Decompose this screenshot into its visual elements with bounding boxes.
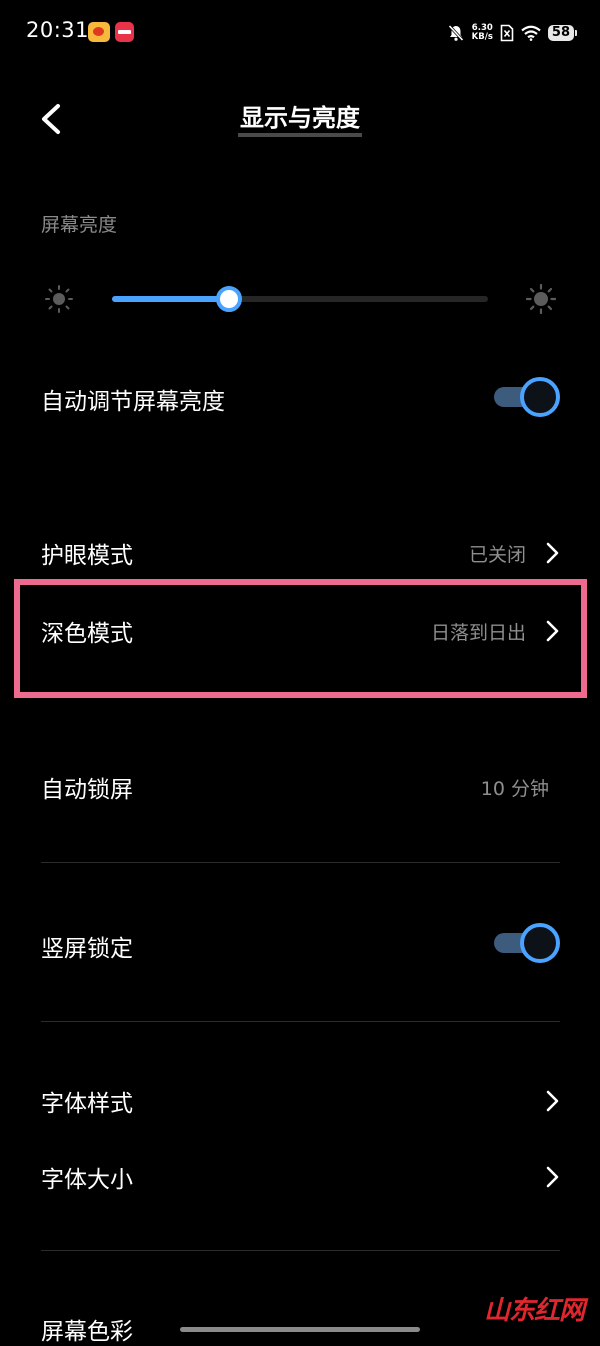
no-sim-icon [500,24,514,42]
weibo-notification-icon [88,22,110,42]
chevron-right-icon [546,1090,559,1112]
divider [41,862,560,863]
auto-lock-row[interactable]: 自动锁屏 10 分钟 [0,764,600,810]
auto-brightness-label: 自动调节屏幕亮度 [41,389,225,415]
eye-protection-row[interactable]: 护眼模式 已关闭 [0,530,600,576]
battery-indicator: 58 [547,25,578,41]
status-time: 20:31 [26,18,90,42]
eye-protection-value: 已关闭 [468,544,526,566]
dark-mode-highlight-box [14,579,587,698]
auto-lock-value: 10 分钟 [480,778,549,800]
mute-bell-icon [448,24,464,42]
font-style-row[interactable]: 字体样式 [0,1078,600,1124]
app-notification-icon [115,22,134,42]
divider [41,1250,560,1251]
portrait-lock-toggle[interactable] [494,923,560,963]
portrait-lock-label: 竖屏锁定 [41,936,133,962]
brightness-section-label: 屏幕亮度 [41,214,118,236]
page-title: 显示与亮度 [0,103,600,137]
font-size-row[interactable]: 字体大小 [0,1154,600,1200]
font-style-label: 字体样式 [41,1091,133,1117]
wifi-icon [521,25,541,41]
network-speed: 6.30 KB/s [471,23,493,42]
chevron-right-icon [546,542,559,564]
auto-brightness-toggle[interactable] [494,377,560,417]
divider [41,1021,560,1022]
watermark-logo: 山东红网 [483,1296,585,1326]
chevron-right-icon [546,1166,559,1188]
brightness-low-icon [45,285,73,313]
brightness-slider-fill [112,296,229,302]
home-indicator[interactable] [180,1327,420,1332]
auto-lock-label: 自动锁屏 [41,777,133,803]
status-icons: 6.30 KB/s 58 [447,20,578,46]
screen-color-label[interactable]: 屏幕色彩 [41,1312,133,1346]
eye-protection-label: 护眼模式 [41,543,133,569]
font-size-label: 字体大小 [41,1167,133,1193]
brightness-slider-thumb[interactable] [216,286,242,312]
brightness-high-icon [526,284,556,314]
